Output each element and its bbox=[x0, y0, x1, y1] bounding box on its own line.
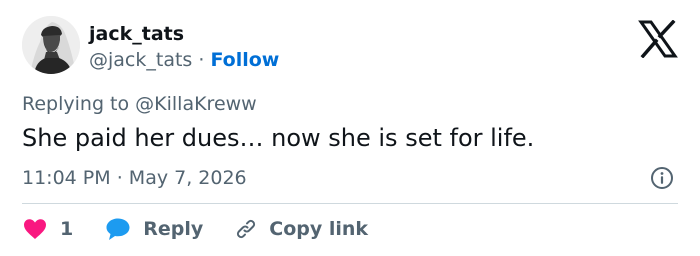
speech-bubble-icon bbox=[106, 218, 130, 240]
reply-button[interactable]: Reply bbox=[105, 217, 203, 241]
handle-row: @jack_tats · Follow bbox=[89, 49, 279, 71]
tweet-date: May 7, 2026 bbox=[128, 167, 247, 189]
tweet-time: 11:04 PM bbox=[22, 167, 111, 189]
heart-icon bbox=[24, 219, 46, 239]
like-button[interactable]: 1 bbox=[22, 217, 73, 241]
reply-label: Reply bbox=[143, 218, 204, 240]
tweet-timestamp[interactable]: 11:04 PM · May 7, 2026 bbox=[22, 167, 247, 189]
info-icon[interactable] bbox=[650, 166, 674, 190]
x-logo-icon[interactable] bbox=[638, 20, 678, 58]
user-handle[interactable]: @jack_tats bbox=[89, 49, 192, 71]
link-icon bbox=[237, 219, 256, 239]
replying-to-handle[interactable]: @KillaKreww bbox=[135, 93, 257, 115]
date-separator: · bbox=[116, 167, 123, 189]
avatar-image bbox=[22, 16, 80, 74]
divider bbox=[22, 203, 678, 204]
handle-separator: · bbox=[198, 49, 205, 71]
display-name[interactable]: jack_tats bbox=[89, 23, 184, 45]
replying-to-line: Replying to @KillaKreww bbox=[22, 93, 257, 115]
replying-prefix: Replying to bbox=[22, 93, 136, 115]
copy-link-label: Copy link bbox=[269, 218, 369, 240]
tweet-text: She paid her dues… now she is set for li… bbox=[22, 124, 535, 152]
avatar[interactable] bbox=[22, 16, 80, 74]
action-bar: 1 Reply Copy link bbox=[22, 214, 368, 244]
copy-link-button[interactable]: Copy link bbox=[233, 217, 368, 241]
like-count: 1 bbox=[60, 218, 74, 240]
tweet-card: jack_tats @jack_tats · Follow Replying t… bbox=[0, 0, 700, 256]
follow-button[interactable]: Follow bbox=[210, 49, 279, 71]
